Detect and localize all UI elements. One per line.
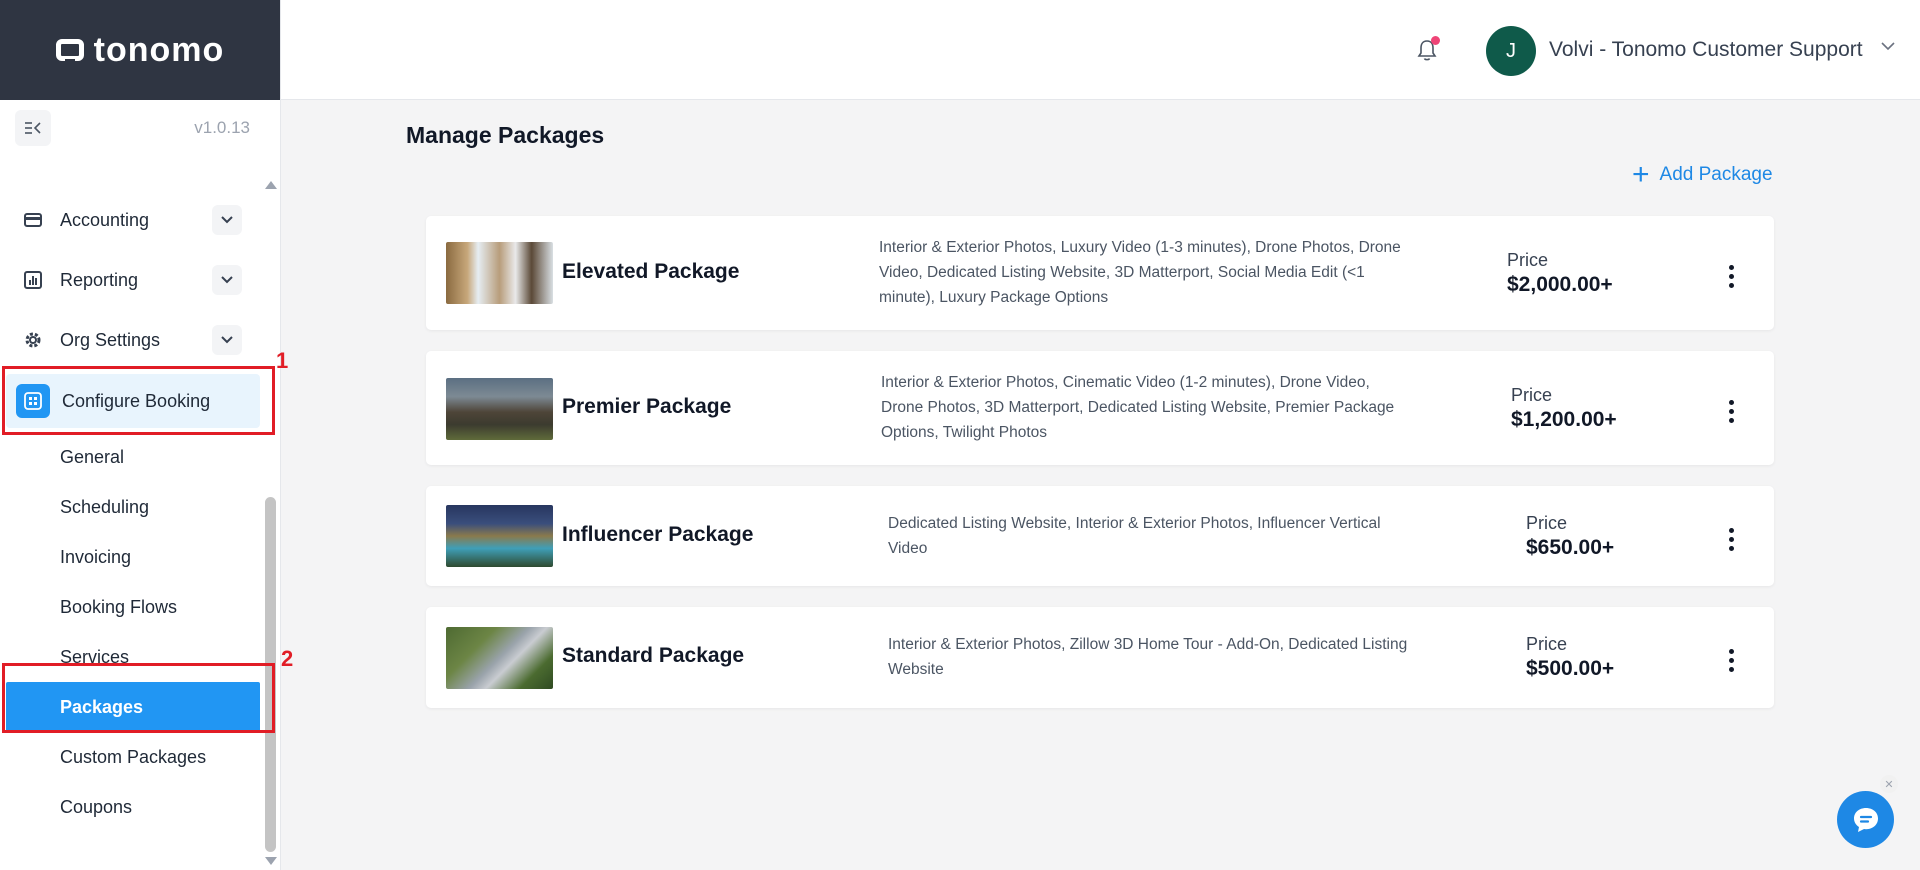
sidebar-item-reporting[interactable]: Reporting bbox=[0, 250, 262, 310]
sidebar-subitem-invoicing[interactable]: Invoicing bbox=[0, 532, 262, 582]
package-card-influencer[interactable]: Influencer Package Dedicated Listing Web… bbox=[426, 486, 1774, 586]
credit-card-icon bbox=[20, 207, 46, 233]
package-name: Influencer Package bbox=[562, 523, 754, 546]
chevron-down-icon[interactable] bbox=[212, 265, 242, 295]
annotation-box-configure-booking bbox=[2, 366, 275, 435]
package-name: Premier Package bbox=[562, 395, 732, 418]
more-options-icon[interactable] bbox=[1724, 265, 1738, 288]
package-description: Interior & Exterior Photos, Cinematic Vi… bbox=[881, 374, 1395, 441]
tonomo-logo-icon bbox=[55, 39, 84, 61]
chevron-down-icon[interactable] bbox=[1881, 38, 1895, 54]
scroll-down-arrow-icon[interactable] bbox=[265, 857, 277, 865]
more-options-icon[interactable] bbox=[1724, 649, 1738, 672]
page-title: Manage Packages bbox=[406, 122, 605, 148]
package-thumbnail bbox=[446, 242, 553, 304]
plus-icon: + bbox=[1632, 158, 1650, 191]
chevron-down-icon[interactable] bbox=[212, 325, 242, 355]
annotation-box-packages bbox=[2, 663, 275, 733]
sidebar-item-label: Reporting bbox=[60, 269, 139, 290]
package-card-standard[interactable]: Standard Package Interior & Exterior Pho… bbox=[426, 607, 1774, 708]
close-icon[interactable]: ✕ bbox=[1880, 775, 1898, 793]
app-version: v1.0.13 bbox=[194, 118, 250, 137]
brand-name: tonomo bbox=[93, 30, 225, 69]
sidebar-item-accounting[interactable]: Accounting bbox=[0, 190, 262, 250]
annotation-number-2: 2 bbox=[281, 646, 294, 671]
price-label: Price bbox=[1511, 385, 1553, 405]
more-options-icon[interactable] bbox=[1724, 400, 1738, 423]
package-price: $500.00+ bbox=[1526, 657, 1615, 680]
add-package-button[interactable]: + Add Package bbox=[1632, 160, 1773, 190]
sidebar-subitem-general[interactable]: General bbox=[0, 432, 262, 482]
package-card-premier[interactable]: Premier Package Interior & Exterior Phot… bbox=[426, 351, 1774, 465]
package-name: Elevated Package bbox=[562, 260, 740, 283]
sidebar-item-org-settings[interactable]: Org Settings bbox=[0, 310, 262, 370]
chart-icon bbox=[20, 267, 46, 293]
package-description: Interior & Exterior Photos, Zillow 3D Ho… bbox=[888, 636, 1408, 678]
package-description: Interior & Exterior Photos, Luxury Video… bbox=[879, 239, 1401, 306]
chevron-down-icon[interactable] bbox=[212, 205, 242, 235]
user-name[interactable]: Volvi - Tonomo Customer Support bbox=[1549, 38, 1863, 62]
more-options-icon[interactable] bbox=[1724, 528, 1738, 551]
collapse-sidebar-icon bbox=[25, 122, 41, 134]
scroll-up-arrow-icon[interactable] bbox=[265, 181, 277, 189]
chat-icon bbox=[1853, 807, 1878, 832]
package-price: $1,200.00+ bbox=[1511, 408, 1617, 431]
package-description: Dedicated Listing Website, Interior & Ex… bbox=[888, 515, 1381, 557]
package-thumbnail bbox=[446, 627, 553, 689]
package-thumbnail bbox=[446, 505, 553, 567]
sidebar-subitem-booking-flows[interactable]: Booking Flows bbox=[0, 582, 262, 632]
price-label: Price bbox=[1507, 250, 1549, 270]
add-package-label: Add Package bbox=[1659, 164, 1773, 185]
package-name: Standard Package bbox=[562, 644, 745, 667]
brand-header: tonomo bbox=[0, 0, 280, 100]
price-label: Price bbox=[1526, 634, 1568, 654]
sidebar-nav: Accounting Reporting Org Settings Config… bbox=[0, 190, 262, 832]
gear-icon bbox=[20, 327, 46, 353]
notification-dot bbox=[1431, 36, 1440, 45]
collapse-sidebar-button[interactable] bbox=[15, 110, 51, 146]
sidebar-top-row: v1.0.13 bbox=[0, 100, 280, 156]
sidebar-subitem-scheduling[interactable]: Scheduling bbox=[0, 482, 262, 532]
top-bar: J Volvi - Tonomo Customer Support bbox=[281, 0, 1920, 100]
package-price: $650.00+ bbox=[1526, 536, 1615, 559]
sidebar-scrollbar[interactable] bbox=[265, 175, 277, 865]
sidebar-subitem-custom-packages[interactable]: Custom Packages bbox=[0, 732, 262, 782]
package-price: $2,000.00+ bbox=[1507, 273, 1613, 296]
sidebar-item-label: Accounting bbox=[60, 209, 150, 230]
package-card-elevated[interactable]: Elevated Package Interior & Exterior Pho… bbox=[426, 216, 1774, 330]
chat-support-button[interactable] bbox=[1837, 791, 1894, 848]
price-label: Price bbox=[1526, 513, 1568, 533]
package-thumbnail bbox=[446, 378, 553, 440]
annotation-number-1: 1 bbox=[276, 348, 289, 373]
sidebar-subitem-coupons[interactable]: Coupons bbox=[0, 782, 262, 832]
sidebar: tonomo v1.0.13 Accounting Reporting Org … bbox=[0, 0, 281, 870]
sidebar-item-label: Org Settings bbox=[60, 329, 161, 350]
avatar[interactable]: J bbox=[1486, 26, 1536, 76]
